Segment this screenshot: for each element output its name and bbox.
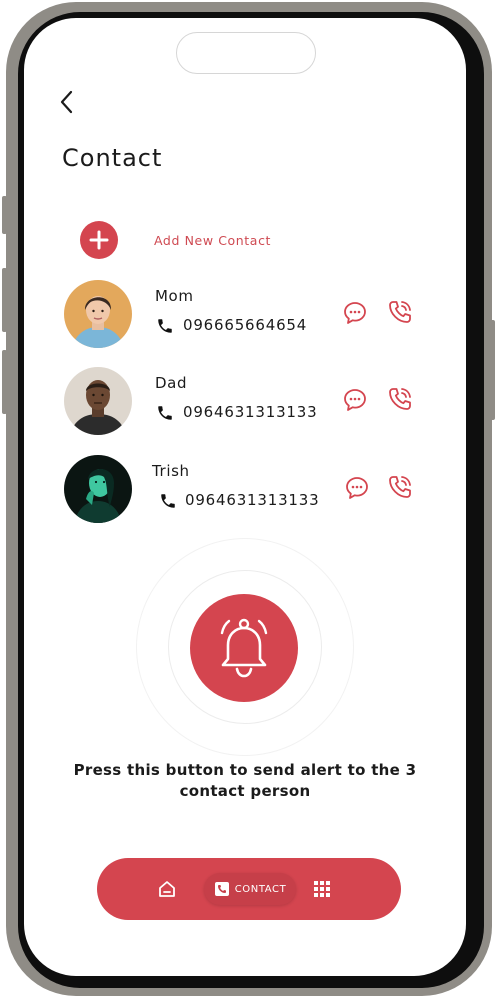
phone-icon (161, 494, 175, 508)
chat-bubble-icon (344, 302, 366, 324)
send-alert-button[interactable] (190, 594, 298, 702)
app-screen: Contact Add New Contact Mom 096665664654… (24, 18, 466, 976)
call-button[interactable] (386, 473, 414, 501)
side-button-power (490, 320, 495, 420)
contact-name: Dad (155, 374, 188, 392)
phone-call-icon (389, 476, 411, 498)
add-new-contact-button[interactable]: Add New Contact (80, 221, 271, 259)
nav-contact-label: CONTACT (234, 883, 287, 895)
call-button[interactable] (386, 298, 414, 326)
contact-row: Mom 096665664654 (64, 280, 424, 350)
call-button[interactable] (386, 385, 414, 413)
side-button-silent (2, 196, 7, 234)
message-button[interactable] (344, 475, 370, 501)
phone-icon (158, 319, 172, 333)
page-title: Contact (62, 144, 163, 172)
chat-bubble-icon (344, 389, 366, 411)
dynamic-island (176, 32, 316, 74)
contact-phone-number: 0964631313133 (183, 403, 318, 421)
avatar (64, 455, 132, 523)
chevron-left-icon (60, 90, 73, 114)
plus-icon (89, 230, 109, 250)
add-new-contact-label: Add New Contact (154, 232, 272, 248)
contact-name: Trish (152, 462, 190, 480)
phone-call-icon (389, 301, 411, 323)
avatar (64, 367, 132, 435)
contact-name: Mom (155, 287, 194, 305)
bottom-nav: CONTACT (97, 858, 401, 920)
add-contact-icon-button[interactable] (80, 221, 118, 259)
avatar (64, 280, 132, 348)
message-button[interactable] (342, 300, 368, 326)
nav-contact-button[interactable]: CONTACT (204, 873, 296, 905)
nav-home-button[interactable] (157, 879, 177, 899)
message-button[interactable] (342, 387, 368, 413)
side-button-volume-down (2, 350, 7, 414)
contact-icon (214, 882, 229, 896)
contact-phone-number: 096665664654 (183, 316, 308, 334)
phone-icon (158, 406, 172, 420)
grid-icon (314, 881, 330, 897)
contact-row: Trish 0964631313133 (64, 455, 424, 525)
alert-instruction-text: Press this button to send alert to the 3… (73, 761, 417, 800)
side-button-volume-up (2, 268, 7, 332)
contact-phone-number: 0964631313133 (185, 491, 320, 509)
home-icon (159, 881, 175, 897)
chat-bubble-icon (346, 477, 368, 499)
bell-icon (220, 618, 268, 678)
contact-row: Dad 0964631313133 (64, 367, 424, 437)
nav-menu-button[interactable] (313, 880, 331, 898)
back-button[interactable] (56, 88, 80, 116)
phone-call-icon (389, 388, 411, 410)
